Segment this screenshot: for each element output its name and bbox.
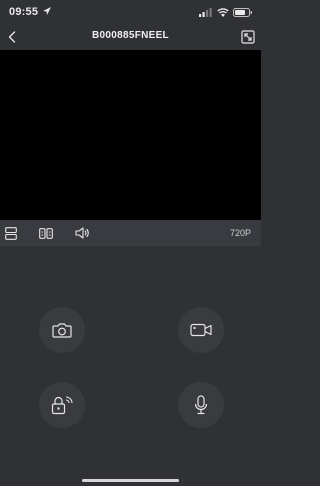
location-arrow-icon	[43, 7, 51, 15]
signal-icon	[199, 7, 212, 17]
dual-view-icon	[39, 227, 53, 239]
status-indicators	[199, 6, 253, 18]
unlock-icon	[51, 396, 73, 415]
video-toolbar: 720P	[0, 220, 261, 246]
camera-icon	[52, 323, 72, 338]
device-title: B000885FNEEL	[92, 30, 169, 41]
chevron-left-icon	[8, 31, 16, 43]
back-button[interactable]	[2, 27, 22, 47]
split-view-icon	[5, 226, 17, 240]
unlock-button[interactable]	[39, 382, 85, 428]
sound-button[interactable]	[74, 225, 90, 241]
video-player[interactable]	[0, 50, 261, 220]
status-time: 09:55	[9, 6, 39, 18]
fullscreen-button[interactable]	[240, 29, 256, 45]
speaker-icon	[74, 227, 89, 239]
status-bar: 09:55	[0, 0, 261, 24]
record-button[interactable]	[178, 307, 224, 353]
fullscreen-icon	[241, 30, 255, 44]
talk-button[interactable]	[178, 382, 224, 428]
microphone-icon	[194, 395, 208, 415]
video-record-icon	[190, 323, 212, 337]
quality-selector[interactable]: 720P	[230, 228, 251, 238]
snapshot-button[interactable]	[39, 307, 85, 353]
nav-bar: B000885FNEEL	[0, 24, 261, 50]
home-indicator[interactable]	[82, 479, 179, 482]
app-screen: 09:55 B000885FNEEL 720P	[0, 0, 261, 486]
split-view-button[interactable]	[3, 225, 19, 241]
battery-icon	[233, 7, 252, 17]
wifi-icon	[217, 7, 229, 17]
dual-view-button[interactable]	[38, 225, 54, 241]
